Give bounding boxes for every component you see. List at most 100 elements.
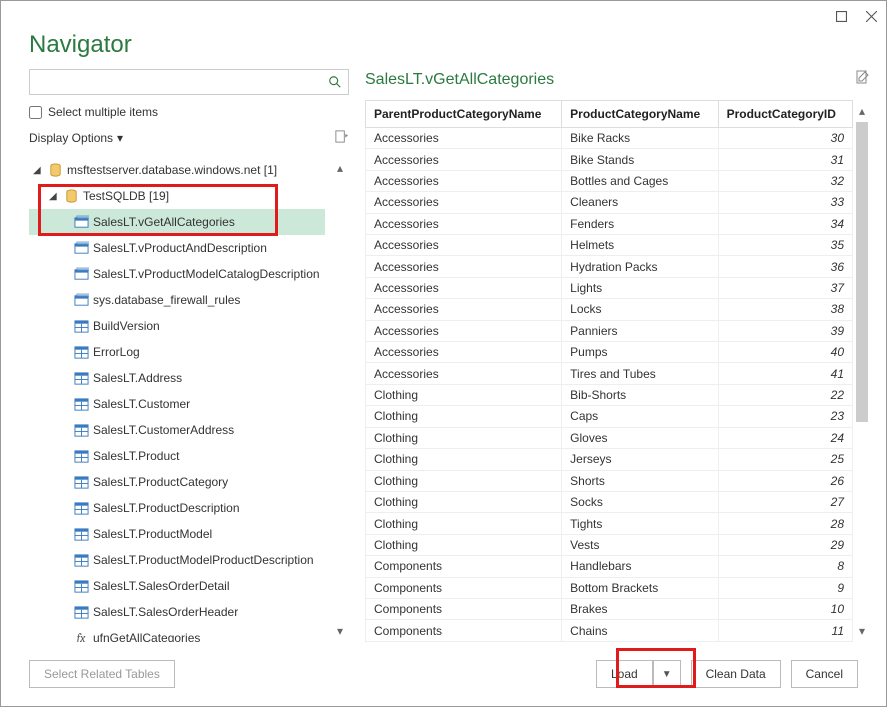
column-header[interactable]: ProductCategoryID (718, 101, 852, 128)
table-cell: 24 (718, 427, 852, 448)
table-cell: 27 (718, 491, 852, 512)
table-row[interactable]: ClothingSocks27 (366, 491, 853, 512)
table-cell: Clothing (366, 513, 562, 534)
table-row[interactable]: AccessoriesCleaners33 (366, 192, 853, 213)
tree-item[interactable]: SalesLT.ProductModelProductDescription (29, 547, 325, 573)
display-options-dropdown[interactable]: Display Options ▾ (29, 131, 123, 145)
tree-item[interactable]: fxufnGetAllCategories (29, 625, 325, 642)
table-cell: Bike Racks (562, 128, 718, 149)
view-icon (73, 214, 89, 230)
nav-tree[interactable]: ◢msftestserver.database.windows.net [1]◢… (29, 157, 331, 642)
multi-select-row[interactable]: Select multiple items (29, 105, 349, 119)
table-row[interactable]: AccessoriesLights37 (366, 277, 853, 298)
table-row[interactable]: AccessoriesBottles and Cages32 (366, 170, 853, 191)
table-row[interactable]: AccessoriesBike Stands31 (366, 149, 853, 170)
load-dropdown[interactable]: ▼ (653, 660, 681, 688)
table-row[interactable]: ComponentsBottom Brackets9 (366, 577, 853, 598)
preview-scrollbar[interactable]: ▴ ▾ (853, 100, 871, 642)
tree-label: ufnGetAllCategories (93, 631, 200, 642)
tree-item[interactable]: SalesLT.Customer (29, 391, 325, 417)
tree-item[interactable]: SalesLT.ProductModel (29, 521, 325, 547)
table-row[interactable]: ClothingCaps23 (366, 406, 853, 427)
tree-item[interactable]: SalesLT.SalesOrderHeader (29, 599, 325, 625)
tree-item[interactable]: SalesLT.vProductModelCatalogDescription (29, 261, 325, 287)
table-icon (73, 318, 89, 334)
tree-item[interactable]: SalesLT.ProductCategory (29, 469, 325, 495)
search-box[interactable] (29, 69, 349, 95)
table-row[interactable]: AccessoriesPumps40 (366, 342, 853, 363)
tree-server[interactable]: ◢msftestserver.database.windows.net [1] (29, 157, 325, 183)
table-cell: Socks (562, 491, 718, 512)
table-cell: Accessories (366, 128, 562, 149)
table-cell: Brakes (562, 598, 718, 619)
maximize-icon[interactable] (834, 9, 848, 23)
cancel-button[interactable]: Cancel (791, 660, 858, 688)
table-cell: Clothing (366, 406, 562, 427)
table-row[interactable]: ComponentsChains11 (366, 620, 853, 642)
tree-label: BuildVersion (93, 319, 160, 333)
display-options-label: Display Options (29, 131, 113, 145)
table-row[interactable]: ClothingTights28 (366, 513, 853, 534)
tree-item[interactable]: SalesLT.vGetAllCategories (29, 209, 325, 235)
select-related-button[interactable]: Select Related Tables (29, 660, 175, 688)
tree-label: SalesLT.ProductCategory (93, 475, 228, 489)
table-icon (73, 344, 89, 360)
scroll-down-icon[interactable]: ▾ (859, 624, 865, 638)
tree-item[interactable]: sys.database_firewall_rules (29, 287, 325, 313)
column-header[interactable]: ParentProductCategoryName (366, 101, 562, 128)
load-button[interactable]: Load (596, 660, 653, 688)
scroll-thumb[interactable] (856, 122, 868, 422)
clean-data-button[interactable]: Clean Data (691, 660, 781, 688)
close-icon[interactable] (864, 9, 878, 23)
table-row[interactable]: ClothingVests29 (366, 534, 853, 555)
edit-icon[interactable] (855, 69, 871, 90)
tree-item[interactable]: ErrorLog (29, 339, 325, 365)
scroll-up-icon[interactable]: ▴ (337, 161, 343, 175)
table-row[interactable]: AccessoriesBike Racks30 (366, 128, 853, 149)
table-row[interactable]: ComponentsHandlebars8 (366, 556, 853, 577)
table-cell: 38 (718, 299, 852, 320)
table-row[interactable]: ClothingShorts26 (366, 470, 853, 491)
multi-select-checkbox[interactable] (29, 106, 42, 119)
scroll-up-icon[interactable]: ▴ (859, 104, 865, 118)
table-cell: Helmets (562, 235, 718, 256)
table-row[interactable]: AccessoriesLocks38 (366, 299, 853, 320)
table-row[interactable]: AccessoriesFenders34 (366, 213, 853, 234)
tree-label: SalesLT.Product (93, 449, 180, 463)
tree-database[interactable]: ◢TestSQLDB [19] (29, 183, 325, 209)
search-icon[interactable] (322, 70, 348, 94)
table-cell: 28 (718, 513, 852, 534)
tree-item[interactable]: BuildVersion (29, 313, 325, 339)
tree-item[interactable]: SalesLT.ProductDescription (29, 495, 325, 521)
table-cell: Chains (562, 620, 718, 642)
table-cell: 33 (718, 192, 852, 213)
table-row[interactable]: ClothingGloves24 (366, 427, 853, 448)
table-icon (73, 422, 89, 438)
tree-item[interactable]: SalesLT.Address (29, 365, 325, 391)
tree-item[interactable]: SalesLT.vProductAndDescription (29, 235, 325, 261)
table-cell: 35 (718, 235, 852, 256)
table-row[interactable]: ClothingJerseys25 (366, 449, 853, 470)
table-row[interactable]: AccessoriesHydration Packs36 (366, 256, 853, 277)
table-cell: Locks (562, 299, 718, 320)
tree-item[interactable]: SalesLT.SalesOrderDetail (29, 573, 325, 599)
scroll-down-icon[interactable]: ▾ (337, 624, 343, 638)
table-cell: Bib-Shorts (562, 384, 718, 405)
preview-table: ParentProductCategoryNameProductCategory… (365, 100, 853, 642)
multi-select-label: Select multiple items (48, 105, 158, 119)
table-row[interactable]: ClothingBib-Shorts22 (366, 384, 853, 405)
table-cell: Accessories (366, 320, 562, 341)
refresh-icon[interactable] (334, 129, 349, 147)
table-cell: 25 (718, 449, 852, 470)
table-row[interactable]: ComponentsBrakes10 (366, 598, 853, 619)
load-button-group: Load ▼ (596, 660, 681, 688)
tree-scrollbar[interactable]: ▴ ▾ (331, 157, 349, 642)
column-header[interactable]: ProductCategoryName (562, 101, 718, 128)
tree-item[interactable]: SalesLT.CustomerAddress (29, 417, 325, 443)
tree-item[interactable]: SalesLT.Product (29, 443, 325, 469)
table-row[interactable]: AccessoriesTires and Tubes41 (366, 363, 853, 384)
search-input[interactable] (30, 70, 322, 94)
table-cell: Gloves (562, 427, 718, 448)
table-row[interactable]: AccessoriesPanniers39 (366, 320, 853, 341)
table-row[interactable]: AccessoriesHelmets35 (366, 235, 853, 256)
